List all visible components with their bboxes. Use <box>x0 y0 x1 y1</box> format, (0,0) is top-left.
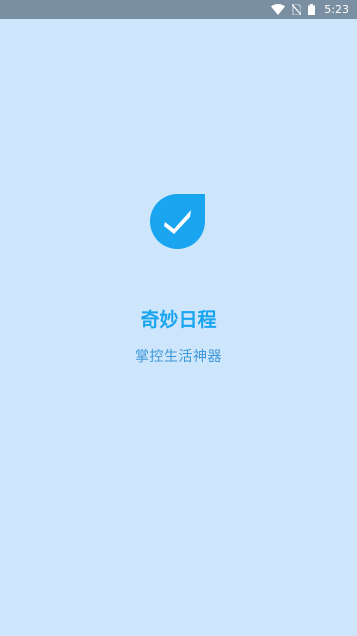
app-name: 奇妙日程 <box>140 309 217 331</box>
check-drop-icon <box>150 194 205 249</box>
splash-screen: 奇妙日程 掌控生活神器 <box>0 0 357 636</box>
app-slogan: 掌控生活神器 <box>135 349 222 365</box>
